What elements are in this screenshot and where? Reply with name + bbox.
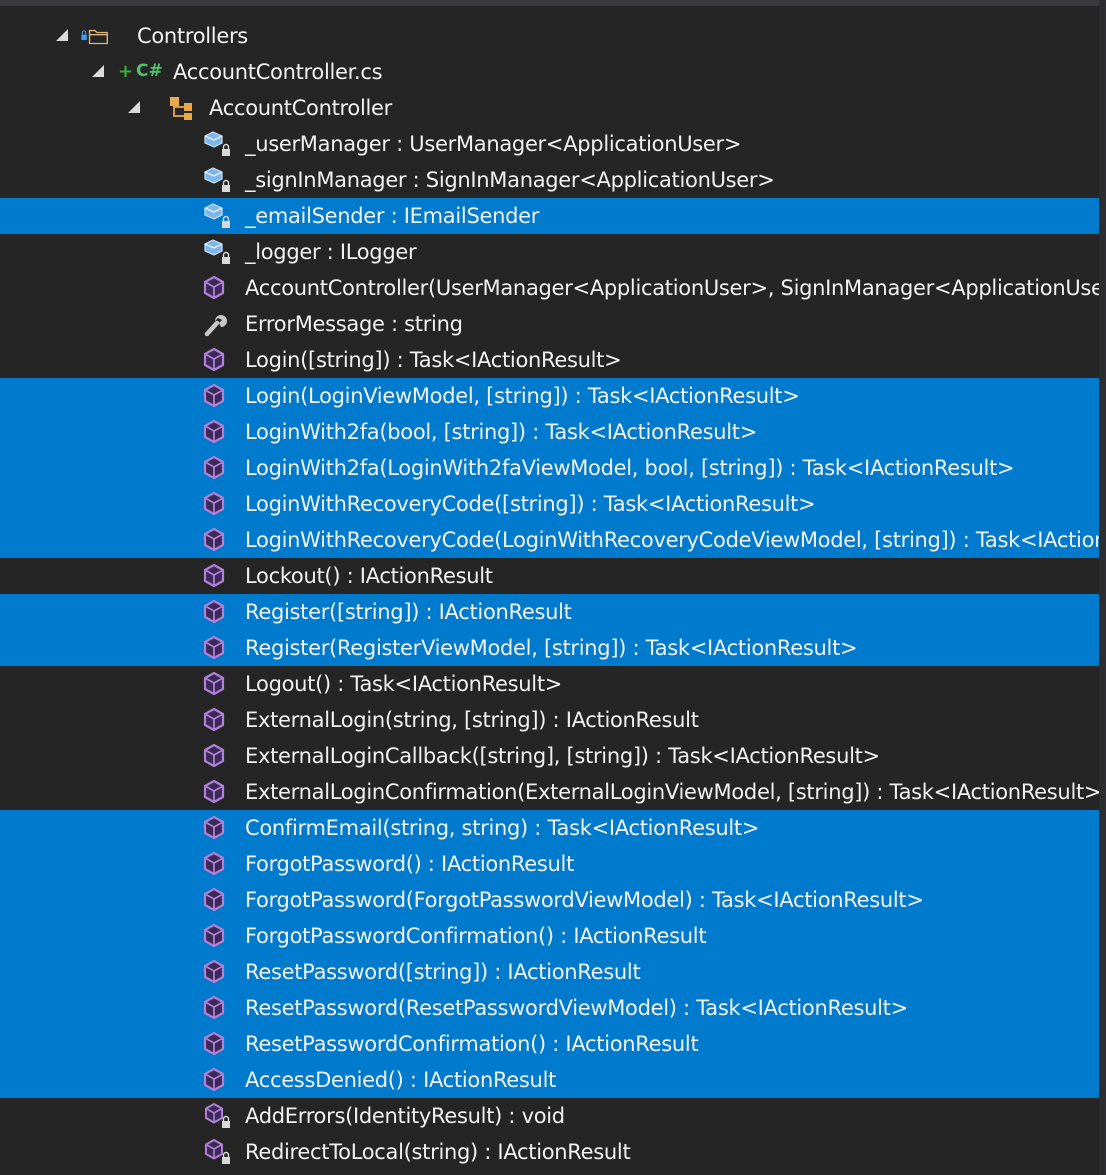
member-label: ExternalLogin(string, [string]) : IActio… <box>245 708 699 732</box>
tree-node-member[interactable]: LoginWithRecoveryCode([string]) : Task<I… <box>0 486 1099 522</box>
member-label: AccountController(UserManager<Applicatio… <box>245 276 1099 300</box>
vertical-scrollbar-track[interactable] <box>1099 0 1106 1175</box>
tree-node-member[interactable]: ResetPasswordConfirmation() : IActionRes… <box>0 1026 1099 1062</box>
tree-node-member[interactable]: Register([string]) : IActionResult <box>0 594 1099 630</box>
tree-node-member[interactable]: ExternalLogin(string, [string]) : IActio… <box>0 702 1099 738</box>
tree-node-member[interactable]: ExternalLoginCallback([string], [string]… <box>0 738 1099 774</box>
tree-node-member[interactable]: ResetPassword(ResetPasswordViewModel) : … <box>0 990 1099 1026</box>
tree-node-account-controller-class[interactable]: AccountController <box>0 90 1099 126</box>
member-label: ResetPassword([string]) : IActionResult <box>245 960 641 984</box>
member-label: ExternalLoginCallback([string], [string]… <box>245 744 880 768</box>
member-label: ErrorMessage : string <box>245 312 463 336</box>
tree-node-member[interactable]: ExternalLoginConfirmation(ExternalLoginV… <box>0 774 1099 810</box>
member-label: LoginWith2fa(bool, [string]) : Task<IAct… <box>245 420 758 444</box>
member-label: _logger : ILogger <box>245 240 417 264</box>
tree-node-member[interactable]: LoginWith2fa(bool, [string]) : Task<IAct… <box>0 414 1099 450</box>
member-label: ResetPassword(ResetPasswordViewModel) : … <box>245 996 908 1020</box>
tree-node-member[interactable]: _userManager : UserManager<ApplicationUs… <box>0 126 1099 162</box>
member-label: _signInManager : SignInManager<Applicati… <box>245 168 775 192</box>
class-icon <box>170 97 192 120</box>
folder-lock-icon <box>81 29 108 45</box>
tree-node-member[interactable]: ConfirmEmail(string, string) : Task<IAct… <box>0 810 1099 846</box>
tree-node-member[interactable]: LoginWithRecoveryCode(LoginWithRecoveryC… <box>0 522 1099 558</box>
member-label: _userManager : UserManager<ApplicationUs… <box>245 132 742 156</box>
tree-node-member[interactable]: Lockout() : IActionResult <box>0 558 1099 594</box>
tree-node-member[interactable]: ForgotPassword(ForgotPasswordViewModel) … <box>0 882 1099 918</box>
tree-node-member[interactable]: _emailSender : IEmailSender <box>0 198 1099 234</box>
tree-node-controllers-folder[interactable]: Controllers <box>0 18 1099 54</box>
expand-arrow-icon[interactable] <box>92 65 104 77</box>
tree-node-member[interactable]: ForgotPasswordConfirmation() : IActionRe… <box>0 918 1099 954</box>
tree-node-member[interactable]: Login([string]) : Task<IActionResult> <box>0 342 1099 378</box>
tree-node-member[interactable]: RedirectToLocal(string) : IActionResult <box>0 1134 1099 1170</box>
tree-node-member[interactable]: AccessDenied() : IActionResult <box>0 1062 1099 1098</box>
tree-node-member[interactable]: Login(LoginViewModel, [string]) : Task<I… <box>0 378 1099 414</box>
class-label: AccountController <box>209 96 392 120</box>
member-label: Login([string]) : Task<IActionResult> <box>245 348 622 372</box>
tree-node-member[interactable]: AccountController(UserManager<Applicatio… <box>0 270 1099 306</box>
added-status-icon: + <box>118 61 134 82</box>
member-label: Register([string]) : IActionResult <box>245 600 572 624</box>
csharp-badge-text: C# <box>136 61 163 81</box>
tree-node-member[interactable]: _logger : ILogger <box>0 234 1099 270</box>
member-label: ForgotPassword(ForgotPasswordViewModel) … <box>245 888 924 912</box>
member-label: Register(RegisterViewModel, [string]) : … <box>245 636 858 660</box>
file-label: AccountController.cs <box>173 60 383 84</box>
tree-node-member[interactable]: ResetPassword([string]) : IActionResult <box>0 954 1099 990</box>
folder-label: Controllers <box>137 24 248 48</box>
member-label: LoginWith2fa(LoginWith2faViewModel, bool… <box>245 456 1015 480</box>
member-label: ExternalLoginConfirmation(ExternalLoginV… <box>245 780 1099 804</box>
member-label: Logout() : Task<IActionResult> <box>245 672 563 696</box>
member-label: AccessDenied() : IActionResult <box>245 1068 557 1092</box>
expand-arrow-icon[interactable] <box>128 101 140 113</box>
member-label: LoginWithRecoveryCode(LoginWithRecoveryC… <box>245 528 1099 552</box>
member-label: LoginWithRecoveryCode([string]) : Task<I… <box>245 492 816 516</box>
csharp-file-icon: C# <box>136 54 163 88</box>
class-members-list: _userManager : UserManager<ApplicationUs… <box>0 126 1099 1170</box>
tree-node-member[interactable]: Register(RegisterViewModel, [string]) : … <box>0 630 1099 666</box>
tree-node-member[interactable]: ForgotPassword() : IActionResult <box>0 846 1099 882</box>
member-label: ForgotPassword() : IActionResult <box>245 852 575 876</box>
window-top-border <box>0 0 1106 6</box>
tree-node-account-controller-file[interactable]: + C# AccountController.cs <box>0 54 1099 90</box>
tree-node-member[interactable]: AddErrors(IdentityResult) : void <box>0 1098 1099 1134</box>
member-label: Login(LoginViewModel, [string]) : Task<I… <box>245 384 800 408</box>
member-label: ConfirmEmail(string, string) : Task<IAct… <box>245 816 760 840</box>
member-label: _emailSender : IEmailSender <box>245 204 540 228</box>
member-label: ForgotPasswordConfirmation() : IActionRe… <box>245 924 707 948</box>
member-label: AddErrors(IdentityResult) : void <box>245 1104 565 1128</box>
tree-node-member[interactable]: Logout() : Task<IActionResult> <box>0 666 1099 702</box>
tree-node-member[interactable]: _signInManager : SignInManager<Applicati… <box>0 162 1099 198</box>
tree-node-member[interactable]: ErrorMessage : string <box>0 306 1099 342</box>
solution-explorer-tree: Controllers + C# AccountController.cs Ac… <box>0 18 1099 1170</box>
member-label: Lockout() : IActionResult <box>245 564 493 588</box>
member-label: ResetPasswordConfirmation() : IActionRes… <box>245 1032 699 1056</box>
member-label: RedirectToLocal(string) : IActionResult <box>245 1140 631 1164</box>
expand-arrow-icon[interactable] <box>56 29 68 41</box>
tree-node-member[interactable]: LoginWith2fa(LoginWith2faViewModel, bool… <box>0 450 1099 486</box>
